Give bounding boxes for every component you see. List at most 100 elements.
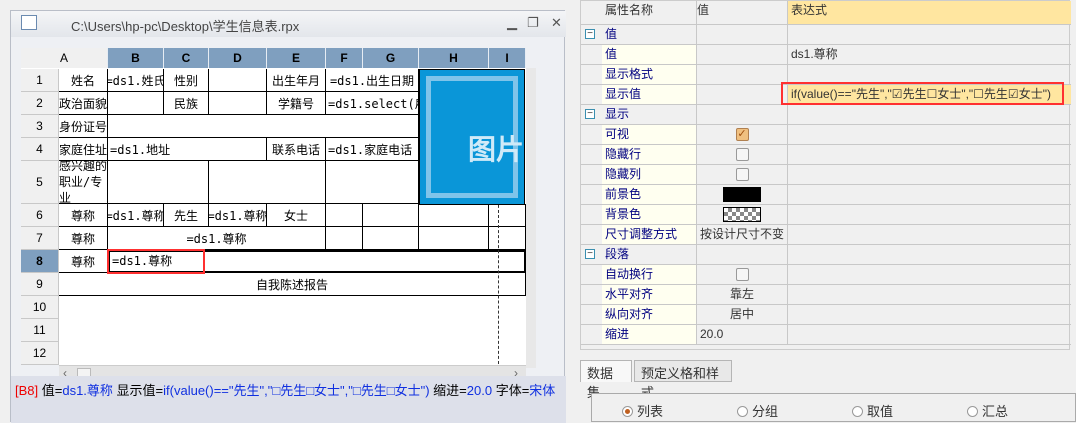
row-header-11[interactable]: 11 [21, 319, 59, 342]
column-header-H[interactable]: H [419, 48, 489, 68]
property-value[interactable] [697, 165, 788, 184]
property-expression[interactable] [788, 205, 1071, 224]
cell-B7[interactable]: =ds1.尊称 [108, 227, 326, 250]
property-value[interactable]: 按设计尺寸不变 [697, 225, 788, 244]
property-row[interactable]: 背景色 [581, 205, 1071, 225]
radio-button[interactable] [622, 406, 633, 417]
tab-predefined-styles[interactable]: 预定义格和样式 [634, 360, 732, 400]
property-row[interactable]: 水平对齐 靠左 [581, 285, 1071, 305]
cell-A8[interactable]: 尊称 [59, 250, 108, 273]
row-header-4[interactable]: 4 [21, 138, 59, 161]
cell-B6[interactable]: =ds1.尊称 [108, 204, 164, 227]
column-header-G[interactable]: G [363, 48, 419, 68]
property-row[interactable]: 前景色 [581, 185, 1071, 205]
cell-E6[interactable]: 女士 [267, 204, 326, 227]
property-value[interactable] [697, 185, 788, 204]
radio-button[interactable] [737, 406, 748, 417]
radio-button[interactable] [852, 406, 863, 417]
cell-D2[interactable] [209, 92, 267, 115]
radio-button[interactable] [967, 406, 978, 417]
close-button[interactable]: ✕ [551, 15, 562, 31]
property-row[interactable]: 缩进 20.0 [581, 325, 1071, 345]
property-value[interactable] [697, 205, 788, 224]
cell-B3[interactable] [108, 115, 419, 138]
collapse-toggle-icon[interactable]: − [585, 29, 595, 39]
radio-2[interactable]: 取值 [852, 401, 893, 420]
row-header-1[interactable]: 1 [21, 69, 59, 92]
property-row[interactable]: 值 ds1.尊称 [581, 45, 1071, 65]
cell-H6[interactable] [419, 204, 489, 227]
spreadsheet-grid[interactable]: A B C D E F G H I 1 2 3 4 5 6 7 8 9 10 11 12 姓名 =ds1.姓氏 性别 出生年月 =… [21, 48, 526, 365]
property-value[interactable] [697, 45, 788, 64]
column-header-E[interactable]: E [267, 48, 326, 68]
property-expression[interactable] [788, 225, 1071, 244]
row-header-5[interactable]: 5 [21, 161, 59, 204]
cell-C1[interactable]: 性别 [164, 69, 209, 92]
checkbox[interactable] [735, 168, 749, 182]
cell-G6[interactable] [363, 204, 419, 227]
property-value[interactable]: 居中 [697, 305, 788, 324]
cell-C2[interactable]: 民族 [164, 92, 209, 115]
row-header-7[interactable]: 7 [21, 227, 59, 250]
property-expression[interactable] [788, 145, 1071, 164]
property-expression[interactable]: ds1.尊称 [788, 45, 1071, 64]
cell-F5[interactable] [326, 161, 419, 204]
row-header-6[interactable]: 6 [21, 204, 59, 227]
cell-B4[interactable]: =ds1.地址 [108, 138, 267, 161]
vertical-scrollbar[interactable] [526, 68, 536, 368]
minimize-button[interactable]: ▁ [507, 15, 517, 31]
cell-D1[interactable] [209, 69, 267, 92]
row-header-10[interactable]: 10 [21, 296, 59, 319]
radio-3[interactable]: 汇总 [967, 401, 1008, 420]
tab-dataset[interactable]: 数据集 [580, 360, 632, 400]
collapse-toggle-icon[interactable]: − [585, 249, 595, 259]
row-header-3[interactable]: 3 [21, 115, 59, 138]
cell-F4[interactable]: =ds1.家庭电话 [326, 138, 419, 161]
column-header-D[interactable]: D [209, 48, 267, 68]
property-row[interactable]: − 值 [581, 25, 1071, 45]
cell-I6[interactable] [489, 204, 526, 227]
cell-H7[interactable] [419, 227, 489, 250]
property-row[interactable]: 尺寸调整方式 按设计尺寸不变 [581, 225, 1071, 245]
color-swatch[interactable] [723, 187, 761, 203]
property-value[interactable]: ✓ [697, 125, 788, 144]
property-row[interactable]: 隐藏行 [581, 145, 1071, 165]
row-header-8[interactable]: 8 [21, 250, 59, 273]
cell-A7[interactable]: 尊称 [59, 227, 108, 250]
property-expression[interactable] [788, 165, 1071, 184]
property-value[interactable]: 20.0 [697, 325, 788, 344]
property-expression[interactable] [788, 265, 1071, 284]
collapse-toggle-icon[interactable]: − [585, 109, 595, 119]
property-expression[interactable] [788, 185, 1071, 204]
cell-A2[interactable]: 政治面貌 [59, 92, 108, 115]
property-expression[interactable] [788, 125, 1071, 144]
cell-A4[interactable]: 家庭住址 [59, 138, 108, 161]
cell-F6[interactable] [326, 204, 363, 227]
column-header-A[interactable]: A [21, 48, 108, 68]
property-row[interactable]: 隐藏列 [581, 165, 1071, 185]
row-header-2[interactable]: 2 [21, 92, 59, 115]
property-expression[interactable] [788, 325, 1071, 344]
property-expression[interactable] [788, 305, 1071, 324]
restore-button[interactable]: ❐ [527, 15, 539, 31]
property-expression[interactable] [788, 285, 1071, 304]
row-header-12[interactable]: 12 [21, 342, 59, 365]
cell-E4[interactable]: 联系电话 [267, 138, 326, 161]
property-row[interactable]: − 显示 [581, 105, 1071, 125]
cell-G7[interactable] [363, 227, 419, 250]
cell-A9[interactable]: 自我陈述报告 [59, 273, 526, 296]
color-swatch[interactable] [723, 207, 761, 223]
cell-D5[interactable] [209, 161, 326, 204]
cell-A6[interactable]: 尊称 [59, 204, 108, 227]
cell-F2[interactable]: =ds1.select(雇员 [326, 92, 419, 115]
property-value[interactable]: 靠左 [697, 285, 788, 304]
property-value[interactable] [697, 65, 788, 84]
column-header-F[interactable]: F [326, 48, 363, 68]
cell-A5[interactable]: 感兴趣的职业/专业 [59, 161, 108, 204]
property-row[interactable]: 自动换行 [581, 265, 1071, 285]
property-row[interactable]: 可视 ✓ [581, 125, 1071, 145]
property-value[interactable] [697, 265, 788, 284]
cell-A1[interactable]: 姓名 [59, 69, 108, 92]
checkbox[interactable]: ✓ [735, 128, 749, 142]
cell-B1[interactable]: =ds1.姓氏 [108, 69, 164, 92]
